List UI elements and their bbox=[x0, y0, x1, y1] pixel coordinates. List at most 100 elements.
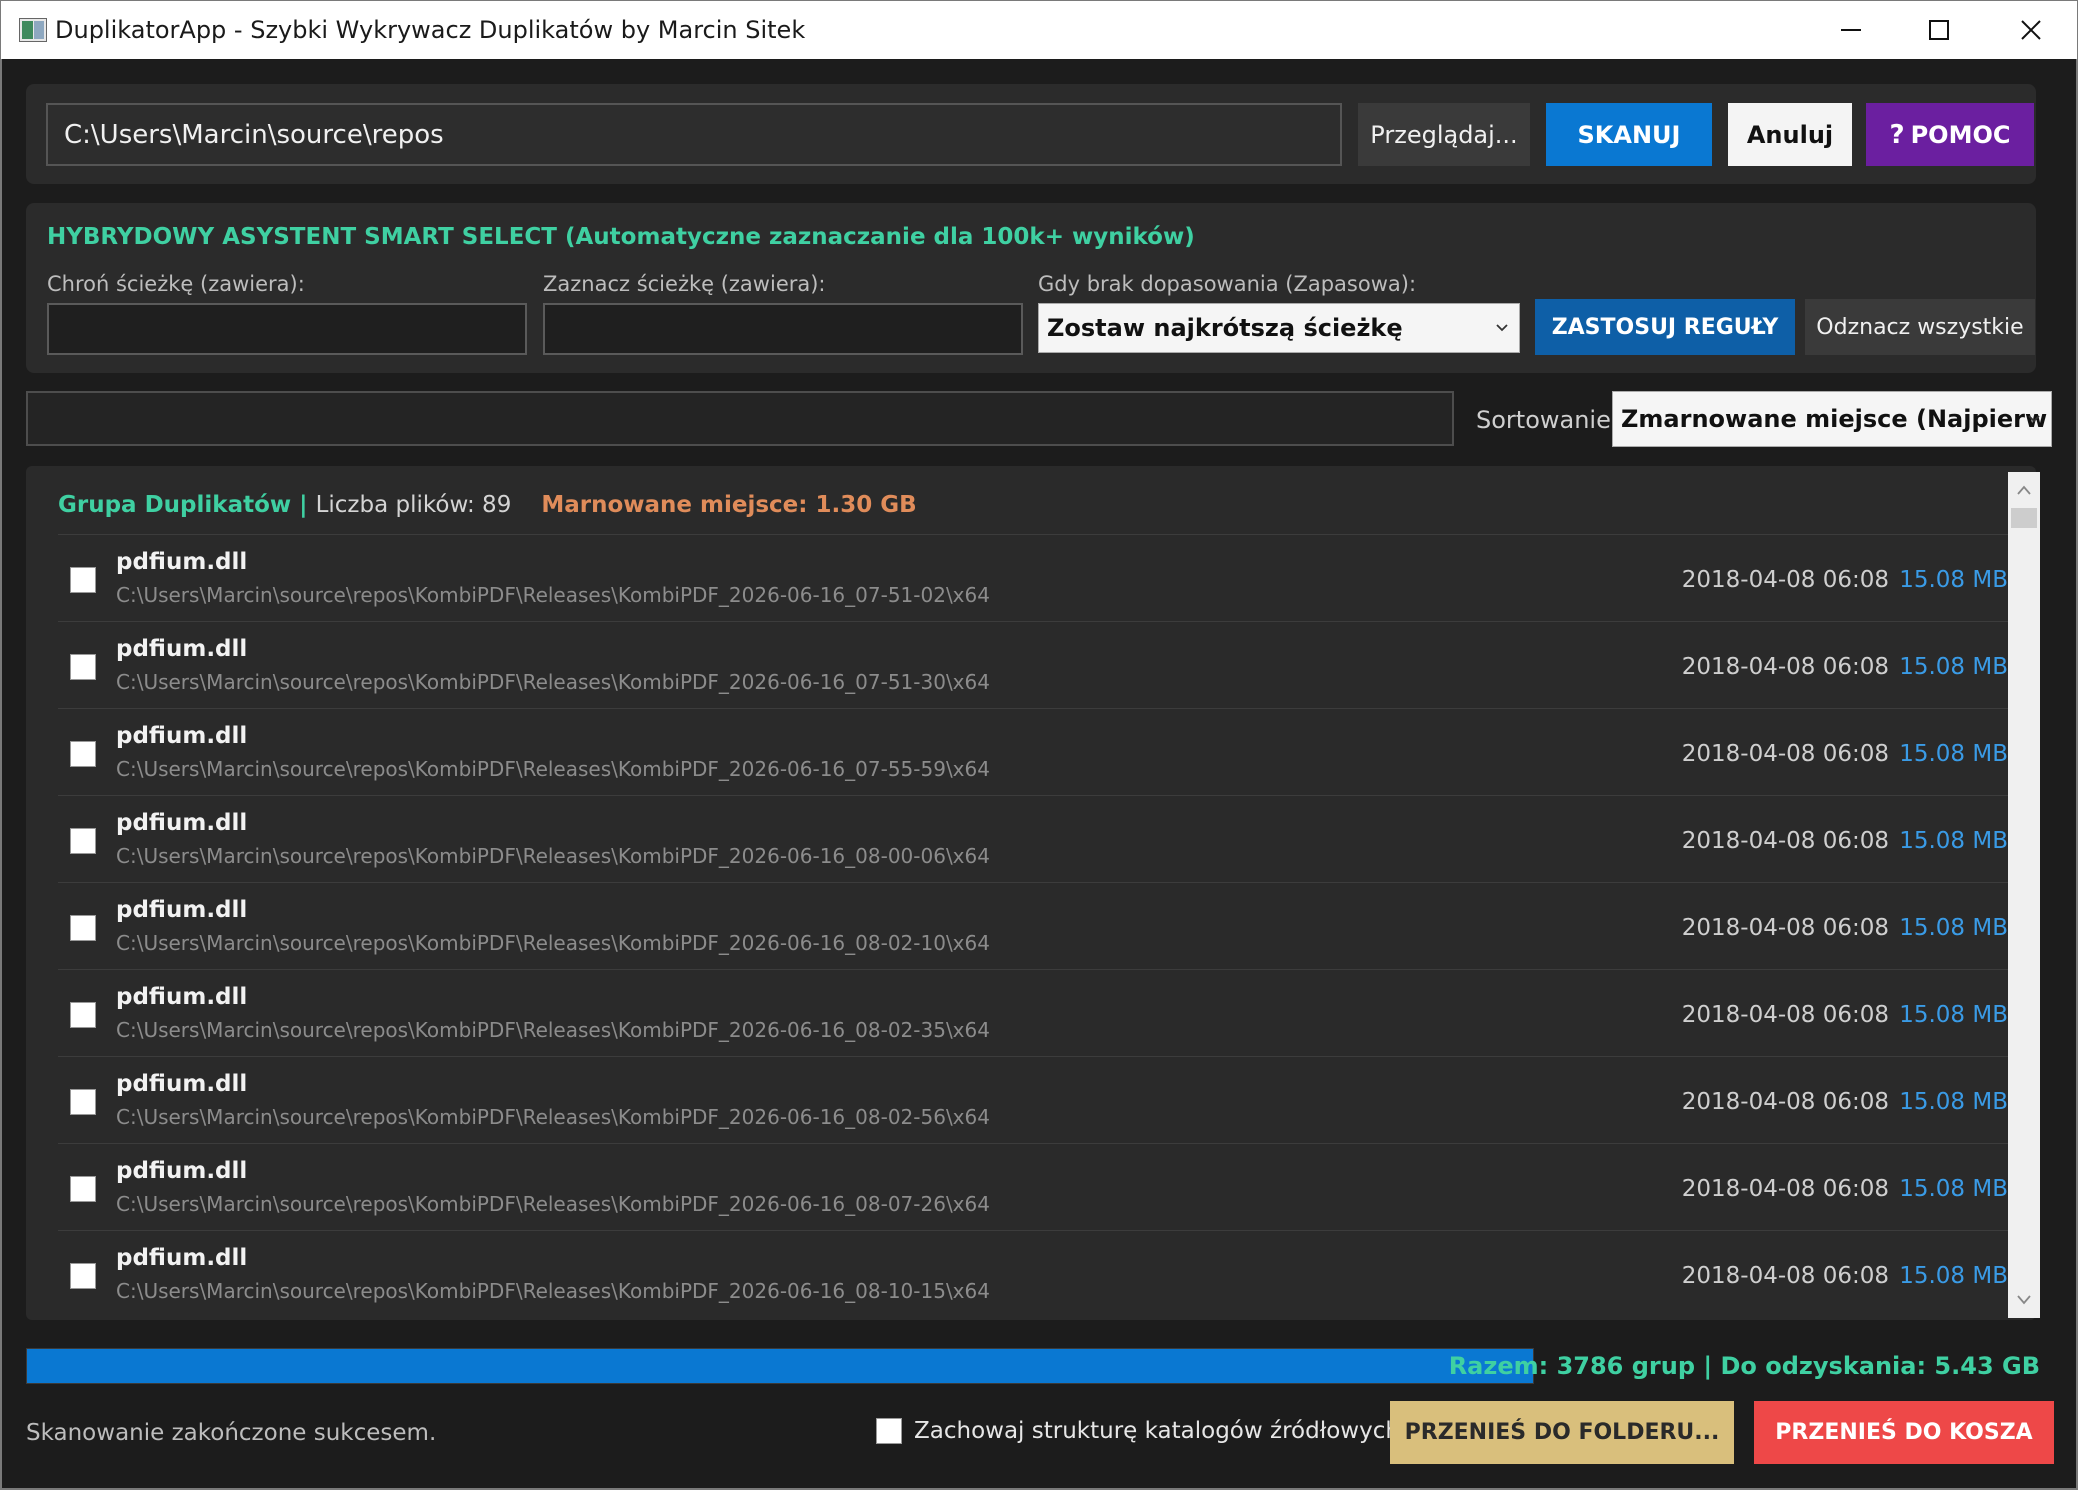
file-date: 2018-04-08 06:08 bbox=[1681, 915, 1889, 941]
scan-button[interactable]: SKANUJ bbox=[1546, 103, 1712, 166]
file-path: C:\Users\Marcin\source\repos\KombiPDF\Re… bbox=[116, 757, 990, 781]
file-path: C:\Users\Marcin\source\repos\KombiPDF\Re… bbox=[116, 1192, 990, 1216]
keep-structure-label[interactable]: Zachowaj strukturę katalogów źródłowych bbox=[914, 1418, 1400, 1444]
minimize-button[interactable] bbox=[1805, 1, 1897, 59]
chevron-down-icon bbox=[2028, 415, 2040, 423]
file-path: C:\Users\Marcin\source\repos\KombiPDF\Re… bbox=[116, 1105, 990, 1129]
window-title: DuplikatorApp - Szybki Wykrywacz Duplika… bbox=[55, 16, 806, 44]
file-size: 15.08 MB bbox=[1899, 1263, 2008, 1289]
scan-progress-bar bbox=[26, 1348, 1534, 1384]
title-bar: DuplikatorApp - Szybki Wykrywacz Duplika… bbox=[0, 0, 2078, 59]
file-path: C:\Users\Marcin\source\repos\KombiPDF\Re… bbox=[116, 844, 990, 868]
file-checkbox[interactable] bbox=[70, 1089, 96, 1115]
file-name: pdfium.dll bbox=[116, 1071, 248, 1097]
file-name: pdfium.dll bbox=[116, 636, 248, 662]
file-date: 2018-04-08 06:08 bbox=[1681, 1089, 1889, 1115]
group-file-count: Liczba plików: 89 bbox=[315, 492, 512, 518]
file-path: C:\Users\Marcin\source\repos\KombiPDF\Re… bbox=[116, 583, 990, 607]
help-button[interactable]: ? POMOC bbox=[1866, 103, 2034, 166]
browse-button[interactable]: Przeglądaj... bbox=[1358, 103, 1530, 166]
close-button[interactable] bbox=[1985, 1, 2077, 59]
mark-path-input[interactable] bbox=[543, 303, 1023, 355]
filter-input[interactable] bbox=[26, 391, 1454, 446]
file-checkbox[interactable] bbox=[70, 1263, 96, 1289]
apply-rules-button[interactable]: ZASTOSUJ REGUŁY bbox=[1535, 299, 1795, 355]
file-date: 2018-04-08 06:08 bbox=[1681, 1176, 1889, 1202]
maximize-button[interactable] bbox=[1893, 1, 1985, 59]
app-icon bbox=[19, 18, 47, 42]
file-name: pdfium.dll bbox=[116, 1245, 248, 1271]
file-row[interactable]: pdfium.dll C:\Users\Marcin\source\repos\… bbox=[58, 1143, 2016, 1230]
file-checkbox[interactable] bbox=[70, 567, 96, 593]
file-checkbox[interactable] bbox=[70, 915, 96, 941]
file-date: 2018-04-08 06:08 bbox=[1681, 1002, 1889, 1028]
file-size: 15.08 MB bbox=[1899, 1002, 2008, 1028]
file-size: 15.08 MB bbox=[1899, 654, 2008, 680]
group-separator: | bbox=[299, 492, 308, 518]
maximize-icon bbox=[1929, 20, 1949, 40]
file-size: 15.08 MB bbox=[1899, 1089, 2008, 1115]
move-to-trash-button[interactable]: PRZENIEŚ DO KOSZA bbox=[1754, 1401, 2054, 1464]
file-size: 15.08 MB bbox=[1899, 1176, 2008, 1202]
file-checkbox[interactable] bbox=[70, 1176, 96, 1202]
protect-path-label: Chroń ścieżkę (zawiera): bbox=[47, 272, 305, 296]
fallback-select[interactable]: Zostaw najkrótszą ścieżkę bbox=[1038, 303, 1520, 353]
file-path: C:\Users\Marcin\source\repos\KombiPDF\Re… bbox=[116, 931, 990, 955]
fallback-label: Gdy brak dopasowania (Zapasowa): bbox=[1038, 272, 1417, 296]
file-row[interactable]: pdfium.dll C:\Users\Marcin\source\repos\… bbox=[58, 534, 2016, 621]
group-wasted-space: Marnowane miejsce: 1.30 GB bbox=[541, 492, 917, 518]
file-name: pdfium.dll bbox=[116, 897, 248, 923]
file-checkbox[interactable] bbox=[70, 828, 96, 854]
keep-structure-checkbox[interactable] bbox=[876, 1418, 902, 1444]
scroll-down-icon[interactable] bbox=[2016, 1294, 2032, 1306]
scroll-up-icon[interactable] bbox=[2016, 484, 2032, 496]
file-name: pdfium.dll bbox=[116, 810, 248, 836]
cancel-button[interactable]: Anuluj bbox=[1728, 103, 1852, 166]
file-date: 2018-04-08 06:08 bbox=[1681, 567, 1889, 593]
fallback-select-value: Zostaw najkrótszą ścieżkę bbox=[1047, 314, 1403, 342]
sort-label: Sortowanie: bbox=[1476, 406, 1619, 434]
file-name: pdfium.dll bbox=[116, 549, 248, 575]
file-checkbox[interactable] bbox=[70, 654, 96, 680]
file-path: C:\Users\Marcin\source\repos\KombiPDF\Re… bbox=[116, 670, 990, 694]
file-date: 2018-04-08 06:08 bbox=[1681, 741, 1889, 767]
question-icon: ? bbox=[1889, 119, 1905, 150]
move-to-folder-button[interactable]: PRZENIEŚ DO FOLDERU... bbox=[1390, 1401, 1734, 1464]
file-checkbox[interactable] bbox=[70, 1002, 96, 1028]
results-scrollbar[interactable] bbox=[2008, 472, 2040, 1318]
file-size: 15.08 MB bbox=[1899, 567, 2008, 593]
file-path: C:\Users\Marcin\source\repos\KombiPDF\Re… bbox=[116, 1018, 990, 1042]
file-path: C:\Users\Marcin\source\repos\KombiPDF\Re… bbox=[116, 1279, 990, 1303]
chevron-down-icon bbox=[1496, 324, 1508, 332]
minimize-icon bbox=[1841, 29, 1861, 31]
sort-select[interactable]: Zmarnowane miejsce (Najpierw na bbox=[1612, 391, 2052, 447]
file-row[interactable]: pdfium.dll C:\Users\Marcin\source\repos\… bbox=[58, 1056, 2016, 1143]
file-name: pdfium.dll bbox=[116, 1158, 248, 1184]
group-title: Grupa Duplikatów bbox=[58, 492, 292, 518]
file-date: 2018-04-08 06:08 bbox=[1681, 1263, 1889, 1289]
smart-select-title: HYBRYDOWY ASYSTENT SMART SELECT (Automat… bbox=[47, 224, 1195, 250]
file-row[interactable]: pdfium.dll C:\Users\Marcin\source\repos\… bbox=[58, 882, 2016, 969]
file-row[interactable]: pdfium.dll C:\Users\Marcin\source\repos\… bbox=[58, 1230, 2016, 1317]
uncheck-all-button[interactable]: Odznacz wszystkie bbox=[1805, 299, 2035, 355]
file-row[interactable]: pdfium.dll C:\Users\Marcin\source\repos\… bbox=[58, 969, 2016, 1056]
file-row[interactable]: pdfium.dll C:\Users\Marcin\source\repos\… bbox=[58, 708, 2016, 795]
file-name: pdfium.dll bbox=[116, 723, 248, 749]
help-button-label: POMOC bbox=[1910, 120, 2011, 149]
file-checkbox[interactable] bbox=[70, 741, 96, 767]
protect-path-input[interactable] bbox=[47, 303, 527, 355]
path-input[interactable]: C:\Users\Marcin\source\repos bbox=[46, 103, 1342, 166]
file-row[interactable]: pdfium.dll C:\Users\Marcin\source\repos\… bbox=[58, 621, 2016, 708]
close-icon bbox=[2021, 20, 2041, 40]
file-date: 2018-04-08 06:08 bbox=[1681, 828, 1889, 854]
sort-select-value: Zmarnowane miejsce (Najpierw na bbox=[1621, 405, 2052, 433]
scrollbar-thumb[interactable] bbox=[2011, 508, 2037, 528]
results-list: Grupa Duplikatów | Liczba plików: 89 Mar… bbox=[26, 466, 2036, 1320]
file-size: 15.08 MB bbox=[1899, 741, 2008, 767]
file-size: 15.08 MB bbox=[1899, 915, 2008, 941]
file-rows: pdfium.dll C:\Users\Marcin\source\repos\… bbox=[58, 534, 2016, 1317]
file-row[interactable]: pdfium.dll C:\Users\Marcin\source\repos\… bbox=[58, 795, 2016, 882]
status-text: Skanowanie zakończone sukcesem. bbox=[26, 1420, 437, 1446]
file-size: 15.08 MB bbox=[1899, 828, 2008, 854]
file-date: 2018-04-08 06:08 bbox=[1681, 654, 1889, 680]
